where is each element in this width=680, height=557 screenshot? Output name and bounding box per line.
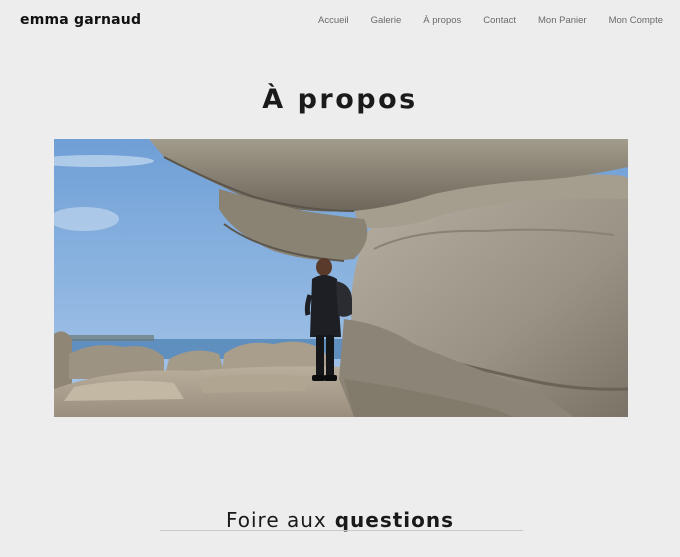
nav-item-contact[interactable]: Contact (483, 15, 516, 26)
page-title: À propos (262, 84, 418, 116)
nav-item-mon-panier[interactable]: Mon Panier (538, 15, 587, 26)
hero-photo-illustration (54, 139, 628, 417)
faq-title-bold: questions (334, 507, 455, 532)
main-nav: Accueil Galerie À propos Contact Mon Pan… (318, 15, 663, 26)
faq-title-light: Foire aux (225, 507, 327, 532)
site-header: emma garnaud Accueil Galerie À propos Co… (0, 0, 680, 44)
nav-item-mon-compte[interactable]: Mon Compte (609, 15, 663, 26)
nav-item-accueil[interactable]: Accueil (318, 15, 349, 26)
site-brand[interactable]: emma garnaud (20, 12, 141, 28)
nav-item-a-propos[interactable]: À propos (423, 15, 461, 26)
hero-photo (54, 139, 628, 417)
faq-divider (160, 530, 523, 531)
faq-section-title: Foire aux questions (0, 508, 680, 532)
nav-item-galerie[interactable]: Galerie (371, 15, 402, 26)
